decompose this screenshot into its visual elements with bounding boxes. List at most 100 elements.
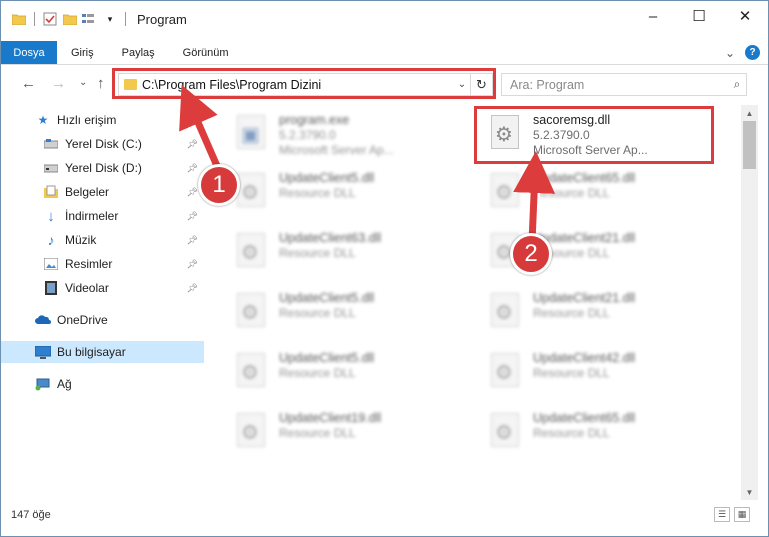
scroll-up-icon[interactable]: ▲	[741, 105, 758, 121]
forward-button[interactable]: →	[51, 75, 66, 92]
file-item[interactable]: ⚙ UpdateClient65.dll Resource DLL	[477, 407, 717, 457]
address-bar[interactable]: C:\Program Files\Program Dizini ⌄ ↻	[118, 73, 493, 96]
music-icon: ♪	[47, 232, 55, 248]
help-icon[interactable]: ?	[745, 45, 760, 60]
view-toggle: ☰ ▦	[714, 507, 750, 522]
dll-file-icon: ⚙	[233, 353, 269, 393]
back-button[interactable]: ←	[21, 75, 36, 92]
file-name: UpdateClient21.dll	[533, 291, 636, 305]
address-path[interactable]: C:\Program Files\Program Dizini	[142, 78, 454, 92]
search-box[interactable]: Ara: Program ⌕	[501, 73, 747, 96]
sidebar-item-label: Müzik	[65, 233, 97, 247]
scrollbar-thumb[interactable]	[743, 121, 756, 169]
file-description: Resource DLL	[279, 426, 356, 440]
sidebar-item-downloads[interactable]: ↓ İndirmeler 📌︎	[1, 205, 204, 227]
file-item[interactable]: ⚙ UpdateClient21.dll Resource DLL	[477, 227, 717, 277]
pin-icon[interactable]: 📌︎	[187, 187, 198, 198]
recent-locations-button[interactable]: ⌄	[79, 77, 87, 88]
sidebar-item-videos[interactable]: Videolar 📌︎	[1, 277, 204, 299]
file-description: Resource DLL	[533, 426, 610, 440]
star-icon: ★	[37, 113, 49, 127]
file-description: Microsoft Server Ap...	[533, 143, 648, 157]
file-item[interactable]: ⚙ UpdateClient63.dll Resource DLL	[223, 227, 463, 277]
pin-icon[interactable]: 📌︎	[187, 283, 198, 294]
file-item[interactable]: ▣ program.exe 5.2.3790.0 Microsoft Serve…	[223, 109, 463, 159]
maximize-button[interactable]: ☐	[676, 1, 722, 31]
network-icon	[35, 376, 51, 392]
file-name: UpdateClient42.dll	[533, 351, 636, 365]
drive-icon	[43, 136, 59, 152]
sidebar-item-label: Bu bilgisayar	[57, 345, 126, 359]
file-name: UpdateClient19.dll	[279, 411, 382, 425]
status-bar: 147 öğe ☰ ▦	[1, 503, 768, 527]
file-description: Resource DLL	[533, 186, 610, 200]
navigation-pane: ★ Hızlı erişim Yerel Disk (C:) 📌︎ Yerel …	[1, 105, 207, 500]
qat-dropdown-icon[interactable]: ▾	[102, 11, 118, 27]
file-name: UpdateClient5.dll	[279, 171, 375, 185]
file-item[interactable]: ⚙ UpdateClient65.dll Resource DLL	[477, 167, 717, 217]
search-input[interactable]: Ara: Program	[510, 78, 728, 92]
file-item[interactable]: ⚙ UpdateClient19.dll Resource DLL	[223, 407, 463, 457]
pin-icon[interactable]: 📌︎	[187, 235, 198, 246]
sidebar-item-label: Belgeler	[65, 185, 110, 199]
file-name: UpdateClient5.dll	[279, 351, 375, 365]
minimize-button[interactable]: –	[630, 1, 676, 31]
file-item[interactable]: ⚙ UpdateClient42.dll Resource DLL	[477, 347, 717, 397]
tab-home[interactable]: Giriş	[57, 41, 108, 64]
search-icon[interactable]: ⌕	[728, 77, 746, 92]
large-icons-view-icon[interactable]: ▦	[734, 507, 750, 522]
close-button[interactable]: ✕	[722, 1, 768, 31]
video-icon	[43, 280, 59, 296]
tab-view[interactable]: Görünüm	[169, 41, 243, 64]
address-folder-icon	[124, 79, 137, 90]
drive-icon	[43, 160, 59, 176]
file-name: UpdateClient65.dll	[533, 171, 636, 185]
item-count: 147 öğe	[11, 509, 51, 521]
sidebar-item-label: OneDrive	[57, 313, 108, 327]
vertical-scrollbar[interactable]: ▲ ▼	[741, 105, 758, 500]
sidebar-item-network[interactable]: Ağ	[1, 373, 204, 395]
sidebar-item-onedrive[interactable]: OneDrive	[1, 309, 204, 331]
up-button[interactable]: ↑	[97, 75, 105, 92]
file-item[interactable]: ⚙ UpdateClient5.dll Resource DLL	[223, 167, 463, 217]
ribbon-tabs: Dosya Giriş Paylaş Görünüm ⌄ ?	[1, 41, 768, 65]
file-item[interactable]: ⚙ UpdateClient5.dll Resource DLL	[223, 347, 463, 397]
tab-share[interactable]: Paylaş	[108, 41, 169, 64]
exe-file-icon: ▣	[233, 115, 269, 155]
pin-icon[interactable]: 📌︎	[187, 211, 198, 222]
expand-ribbon-icon[interactable]: ⌄	[725, 46, 735, 60]
file-item[interactable]: ⚙ UpdateClient21.dll Resource DLL	[477, 287, 717, 337]
file-item-sacoremsg[interactable]: ⚙ sacoremsg.dll 5.2.3790.0 Microsoft Ser…	[477, 109, 717, 159]
explorer-window: ▾ Program – ☐ ✕ Dosya Giriş Paylaş Görün…	[0, 0, 769, 537]
sidebar-item-quick-access[interactable]: ★ Hızlı erişim	[1, 109, 204, 131]
pin-icon[interactable]: 📌︎	[187, 259, 198, 270]
sidebar-item-pictures[interactable]: Resimler 📌︎	[1, 253, 204, 275]
file-description: Resource DLL	[279, 306, 356, 320]
properties-icon[interactable]	[42, 11, 58, 27]
tab-file[interactable]: Dosya	[1, 41, 57, 64]
new-folder-icon[interactable]	[62, 11, 78, 27]
file-name: UpdateClient65.dll	[533, 411, 636, 425]
ribbon-right: ⌄ ?	[725, 41, 768, 64]
sidebar-item-disk-c[interactable]: Yerel Disk (C:) 📌︎	[1, 133, 204, 155]
pin-icon[interactable]: 📌︎	[187, 139, 198, 150]
sidebar-item-documents[interactable]: Belgeler 📌︎	[1, 181, 204, 203]
sidebar-item-this-pc[interactable]: Bu bilgisayar	[1, 341, 204, 363]
dll-file-icon: ⚙	[487, 233, 523, 273]
pin-icon[interactable]: 📌︎	[187, 163, 198, 174]
address-row: ← → ⌄ ↑ C:\Program Files\Program Dizini …	[1, 67, 768, 101]
refresh-button[interactable]: ↻	[470, 74, 492, 95]
folder-icon	[11, 11, 27, 27]
quick-access-toolbar: ▾	[1, 11, 129, 27]
sidebar-item-disk-d[interactable]: Yerel Disk (D:) 📌︎	[1, 157, 204, 179]
file-item[interactable]: ⚙ UpdateClient5.dll Resource DLL	[223, 287, 463, 337]
sidebar-item-label: Yerel Disk (C:)	[65, 137, 142, 151]
details-view-icon[interactable]: ☰	[714, 507, 730, 522]
documents-icon	[43, 184, 59, 200]
address-dropdown-icon[interactable]: ⌄	[454, 79, 470, 90]
view-menu-icon[interactable]	[82, 11, 98, 27]
scroll-down-icon[interactable]: ▼	[741, 484, 758, 500]
cloud-icon	[35, 312, 51, 328]
file-name: UpdateClient21.dll	[533, 231, 636, 245]
sidebar-item-music[interactable]: ♪ Müzik 📌︎	[1, 229, 204, 251]
